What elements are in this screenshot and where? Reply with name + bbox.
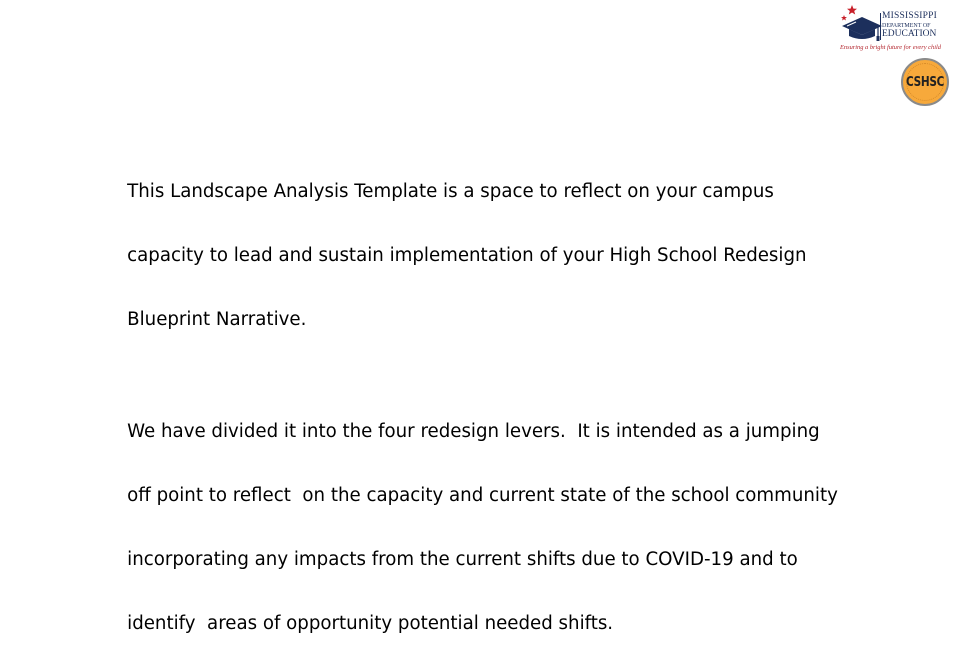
cshsc-label: CSHSC xyxy=(905,74,945,90)
paragraph-levers-line-1: We have divided it into the four redesig… xyxy=(127,421,820,442)
small-star-icon xyxy=(841,15,847,21)
paragraph-levers-line-4: identify areas of opportunity potential … xyxy=(127,613,614,634)
paragraph-intro: This Landscape Analysis Template is a sp… xyxy=(104,144,884,368)
cshsc-logo: CSHSC xyxy=(901,58,949,106)
paragraph-levers-line-2: off point to reflect on the capacity and… xyxy=(127,485,838,506)
paragraph-intro-line-2: capacity to lead and sustain implementat… xyxy=(127,245,807,266)
mississippi-department-of-education-logo: MISSISSIPPI DEPARTMENT OF EDUCATION Ensu… xyxy=(838,4,950,52)
graduation-cap-icon xyxy=(841,5,882,41)
paragraph-levers-line-3: incorporating any impacts from the curre… xyxy=(127,549,798,570)
paragraph-levers: We have divided it into the four redesig… xyxy=(104,384,884,672)
paragraph-intro-line-3: Blueprint Narrative. xyxy=(127,309,307,330)
paragraph-intro-line-1: This Landscape Analysis Template is a sp… xyxy=(127,181,774,202)
logo-divider xyxy=(880,13,881,40)
body-text: This Landscape Analysis Template is a sp… xyxy=(104,144,884,672)
mde-wordmark-line2: DEPARTMENT OF xyxy=(882,22,931,29)
mde-tagline: Ensuring a bright future for every child xyxy=(840,44,941,51)
mde-wordmark-line1: MISSISSIPPI xyxy=(882,11,938,21)
star-icon xyxy=(847,5,857,15)
mde-wordmark: MISSISSIPPI DEPARTMENT OF EDUCATION xyxy=(882,11,938,39)
mde-wordmark-line3: EDUCATION xyxy=(882,28,937,39)
